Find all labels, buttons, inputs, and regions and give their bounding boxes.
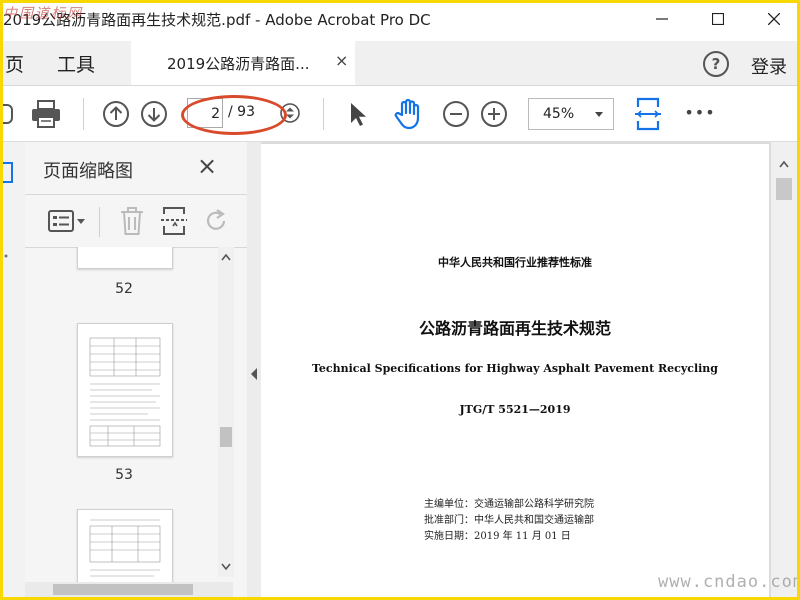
fit-page-button[interactable] (633, 96, 663, 132)
page-thumbnail[interactable] (77, 323, 173, 457)
next-page-button[interactable] (139, 99, 169, 129)
maximize-button[interactable] (695, 3, 741, 35)
title-bar: 2019公路沥青路面再生技术规范.pdf - Adobe Acrobat Pro… (3, 3, 797, 35)
print-button[interactable] (29, 98, 63, 130)
thumbnail-list: 52 53 (25, 247, 233, 597)
close-window-button[interactable] (751, 3, 797, 35)
watermark-bottom-right: www.cndao.com (658, 572, 797, 592)
close-icon (768, 13, 780, 25)
zoom-value: 45% (543, 106, 575, 122)
pdf-page: 中华人民共和国行业推荐性标准 公路沥青路面再生技术规范 Technical Sp… (261, 144, 769, 597)
menu-tab-bar: 页 工具 2019公路沥青路面... × ? 登录 (3, 41, 797, 86)
fit-width-icon (635, 97, 661, 131)
collapse-indicator-icon (4, 254, 8, 258)
help-icon[interactable]: ? (703, 51, 729, 77)
page-thumbnail[interactable] (77, 247, 173, 269)
panel-close-icon[interactable]: × (197, 152, 217, 180)
page-thumbnails-panel: 页面缩略图 × 52 53 (25, 142, 248, 597)
hand-tool-button[interactable] (391, 97, 425, 131)
thumbnail-horizontal-scrollbar[interactable] (25, 582, 233, 597)
zoom-out-button[interactable] (441, 99, 471, 129)
panel-separator (99, 207, 100, 237)
left-nav-strip (3, 142, 26, 597)
trash-icon (121, 207, 143, 235)
horizontal-scrollbar-thumb[interactable] (53, 584, 193, 595)
rotate-pages-button[interactable] (201, 207, 231, 235)
previous-page-button[interactable] (101, 99, 131, 129)
scroll-up-icon[interactable] (221, 253, 231, 261)
menu-tools[interactable]: 工具 (57, 50, 95, 77)
rotate-icon (206, 209, 226, 230)
chevron-down-icon (595, 112, 603, 117)
effective-date: 实施日期：2019 年 11 月 01 日 (424, 531, 571, 542)
options-menu-icon (48, 210, 85, 232)
panel-toolbar (25, 194, 247, 248)
thumbnail-page-label: 53 (115, 467, 133, 483)
scroll-down-icon[interactable] (221, 563, 231, 571)
arrow-up-circle-icon (103, 101, 129, 127)
document-code: JTG/T 5521—2019 (459, 403, 571, 416)
hand-icon (394, 98, 420, 130)
insert-page-icon (161, 207, 187, 235)
more-tools-button[interactable]: ••• (683, 100, 717, 124)
document-tab[interactable]: 2019公路沥青路面... × (131, 41, 355, 85)
zoom-in-button[interactable] (479, 99, 509, 129)
minus-circle-icon (443, 101, 469, 127)
page-number-highlight (181, 95, 287, 135)
thumbnail-page-label: 52 (115, 281, 133, 297)
menu-home[interactable]: 页 (5, 50, 24, 77)
scrollbar-thumb[interactable] (776, 178, 792, 200)
approving-department: 批准部门：中华人民共和国交通运输部 (424, 515, 594, 526)
editing-unit: 主编单位：交通运输部公路科学研究院 (424, 499, 594, 510)
maximize-icon (712, 13, 724, 25)
document-scrollbar[interactable] (771, 142, 797, 597)
minimize-button[interactable] (639, 3, 685, 35)
standard-category: 中华人民共和国行业推荐性标准 (438, 256, 592, 269)
cursor-arrow-icon (351, 103, 366, 126)
login-button[interactable]: 登录 (751, 53, 787, 79)
print-icon (32, 100, 60, 128)
thumbnail-content-preview (89, 337, 161, 447)
document-tab-label: 2019公路沥青路面... (167, 55, 310, 73)
tab-close-icon[interactable]: × (335, 51, 348, 70)
select-tool-button[interactable] (345, 99, 371, 129)
document-view: 中华人民共和国行业推荐性标准 公路沥青路面再生技术规范 Technical Sp… (261, 142, 797, 597)
collapse-panel-icon[interactable] (250, 368, 258, 380)
delete-pages-button[interactable] (117, 205, 147, 237)
thumbnail-options-button[interactable] (47, 207, 87, 235)
minimize-icon (656, 18, 668, 20)
plus-circle-icon (481, 101, 507, 127)
insert-pages-button[interactable] (159, 205, 189, 237)
panel-splitter[interactable] (247, 142, 261, 597)
scrollbar-thumb[interactable] (220, 427, 232, 447)
watermark-top-left: 中国道标网 (3, 6, 83, 22)
arrow-down-circle-icon (141, 101, 167, 127)
partial-icon (3, 104, 13, 124)
panel-title: 页面缩略图 (43, 161, 133, 182)
scroll-up-icon[interactable] (779, 160, 789, 168)
partial-tool-icon[interactable] (3, 100, 13, 128)
toolbar-separator (323, 98, 324, 130)
app-window: 2019公路沥青路面再生技术规范.pdf - Adobe Acrobat Pro… (3, 3, 797, 597)
toolbar: 2 / 93 45% ••• (3, 86, 797, 142)
document-title-en: Technical Specifications for Highway Asp… (312, 362, 718, 375)
document-title-cn: 公路沥青路面再生技术规范 (418, 319, 611, 338)
toolbar-separator (83, 98, 84, 130)
page-thumbnails-nav-icon[interactable] (3, 162, 15, 184)
zoom-select[interactable]: 45% (528, 98, 614, 130)
thumbnail-scrollbar[interactable] (218, 247, 234, 577)
